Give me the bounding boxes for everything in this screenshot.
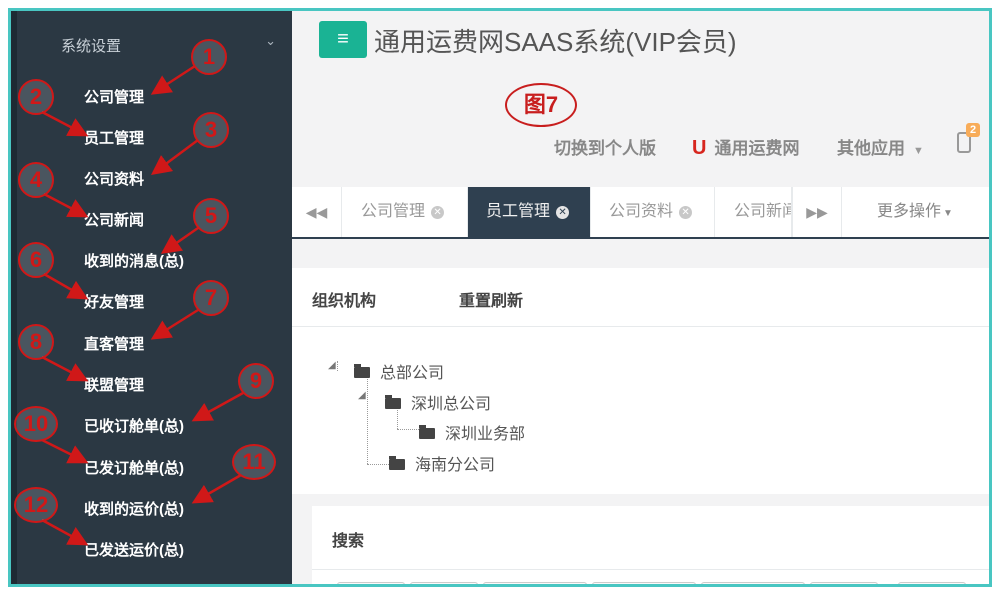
search-button[interactable] bbox=[898, 582, 966, 584]
tree-line bbox=[367, 464, 389, 465]
other-apps-dropdown[interactable]: 其他应用 ▼ bbox=[837, 134, 924, 159]
org-panel: 组织机构 重置刷新 ◢ 总部公司 ◢ 深圳总公司 深圳业务部 海南分公司 bbox=[292, 268, 989, 494]
search-field[interactable] bbox=[337, 582, 405, 584]
sidebar-section-system-settings[interactable]: 系统设置 ⌄ bbox=[61, 33, 276, 56]
tab-employee-management[interactable]: 员工管理 ✕ bbox=[468, 187, 591, 237]
annotation-marker-9: 9 bbox=[238, 363, 274, 399]
folder-icon bbox=[389, 456, 405, 470]
app-frame: 系统设置 ⌄ 公司管理 员工管理 公司资料 公司新闻 收到的消息(总) 好友管理… bbox=[8, 8, 992, 587]
tree-node-shenzhen-hq[interactable]: 深圳总公司 bbox=[385, 390, 491, 414]
sidebar-item-sent-rates[interactable]: 已发送运价(总) bbox=[84, 539, 184, 560]
tab-company-profile[interactable]: 公司资料 ✕ bbox=[591, 187, 715, 237]
search-field[interactable] bbox=[483, 582, 587, 584]
more-operations-label: 更多操作 bbox=[877, 203, 942, 220]
annotation-marker-10: 10 bbox=[14, 406, 58, 442]
close-icon[interactable]: ✕ bbox=[556, 206, 570, 219]
more-operations-dropdown[interactable]: 更多操作 ▼ bbox=[877, 187, 953, 237]
sidebar-item-company-profile[interactable]: 公司资料 bbox=[84, 168, 144, 189]
close-icon[interactable]: ✕ bbox=[431, 206, 445, 219]
tab-label: 员工管理 bbox=[486, 203, 551, 220]
main-content: 组织机构 重置刷新 ◢ 总部公司 ◢ 深圳总公司 深圳业务部 海南分公司 搜索 bbox=[292, 239, 989, 584]
org-panel-header: 组织机构 重置刷新 bbox=[292, 268, 989, 327]
chevron-down-icon: ⌄ bbox=[265, 33, 276, 48]
sidebar-item-direct-customer[interactable]: 直客管理 bbox=[84, 333, 144, 354]
annotation-marker-7: 7 bbox=[193, 280, 229, 316]
tab-company-news[interactable]: 公司新闻 bbox=[715, 187, 792, 237]
sidebar-item-company-news[interactable]: 公司新闻 bbox=[84, 209, 144, 230]
org-structure-label: 组织机构 bbox=[312, 293, 377, 310]
tree-node-headquarters[interactable]: 总部公司 bbox=[354, 359, 444, 383]
tree-toggle-icon[interactable]: ◢ bbox=[358, 390, 366, 401]
folder-open-icon bbox=[385, 395, 401, 409]
search-title: 搜索 bbox=[332, 533, 365, 550]
sidebar-item-company-management[interactable]: 公司管理 bbox=[84, 86, 144, 107]
search-field[interactable] bbox=[701, 582, 805, 584]
brand-link[interactable]: U 通用运费网 bbox=[692, 134, 799, 160]
sidebar-section-label: 系统设置 bbox=[61, 38, 122, 55]
annotation-marker-5: 5 bbox=[193, 198, 229, 234]
annotation-marker-6: 6 bbox=[18, 242, 54, 278]
sidebar-item-friend-management[interactable]: 好友管理 bbox=[84, 291, 144, 312]
tree-line bbox=[397, 429, 419, 430]
tree-toggle-icon[interactable]: ◢ bbox=[328, 360, 336, 371]
reset-refresh-button[interactable]: 重置刷新 bbox=[459, 287, 523, 311]
sidebar-item-sent-bookings[interactable]: 已发订舱单(总) bbox=[84, 457, 184, 478]
notification-badge: 2 bbox=[966, 123, 981, 137]
annotation-marker-3: 3 bbox=[193, 112, 229, 148]
sidebar-item-received-bookings[interactable]: 已收订舱单(总) bbox=[84, 415, 184, 436]
other-apps-label: 其他应用 bbox=[837, 139, 905, 158]
sidebar-item-alliance-management[interactable]: 联盟管理 bbox=[84, 374, 144, 395]
tree-node-label: 深圳业务部 bbox=[445, 426, 526, 443]
divider bbox=[312, 569, 989, 570]
figure-label: 图7 bbox=[505, 83, 577, 127]
tabs-scroll-right-icon[interactable]: ▶▶ bbox=[792, 187, 842, 237]
search-panel: 搜索 bbox=[312, 506, 989, 584]
tabs-scroll-left-icon[interactable]: ◀◀ bbox=[292, 187, 342, 237]
search-field[interactable] bbox=[810, 582, 878, 584]
brand-label: 通用运费网 bbox=[714, 139, 800, 158]
tab-label: 公司新闻 bbox=[734, 203, 792, 220]
annotation-marker-4: 4 bbox=[18, 162, 54, 198]
search-field[interactable] bbox=[410, 582, 478, 584]
tab-company-management[interactable]: 公司管理 ✕ bbox=[343, 187, 468, 237]
annotation-marker-1: 1 bbox=[191, 39, 227, 75]
switch-personal-link[interactable]: 切换到个人版 bbox=[554, 134, 656, 159]
annotation-marker-2: 2 bbox=[18, 79, 54, 115]
sidebar-item-employee-management[interactable]: 员工管理 bbox=[84, 127, 144, 148]
tree-node-label: 海南分公司 bbox=[415, 457, 496, 474]
caret-down-icon: ▼ bbox=[913, 145, 924, 157]
annotation-marker-12: 12 bbox=[14, 487, 58, 523]
sidebar-item-received-messages[interactable]: 收到的消息(总) bbox=[84, 250, 184, 271]
tab-label: 公司管理 bbox=[361, 203, 426, 220]
page-title: 通用运费网SAAS系统(VIP会员) bbox=[374, 27, 737, 57]
close-icon[interactable]: ✕ bbox=[679, 206, 693, 219]
tree-node-label: 深圳总公司 bbox=[411, 396, 492, 413]
folder-open-icon bbox=[354, 364, 370, 378]
annotation-marker-8: 8 bbox=[18, 324, 54, 360]
folder-icon bbox=[419, 425, 435, 439]
menu-toggle-button[interactable]: ≡ bbox=[319, 21, 367, 58]
sidebar-item-received-rates[interactable]: 收到的运价(总) bbox=[84, 498, 184, 519]
tab-bar: ◀◀ 公司管理 ✕ 员工管理 ✕ 公司资料 ✕ 公司新闻 ▶▶ 更多操作 ▼ bbox=[292, 187, 989, 239]
top-header: ≡ 通用运费网SAAS系统(VIP会员) 切换到个人版 U 通用运费网 其他应用 ▼… bbox=[292, 11, 989, 187]
tab-label: 公司资料 bbox=[609, 203, 674, 220]
caret-down-icon: ▼ bbox=[943, 208, 953, 219]
tree-line bbox=[337, 361, 338, 371]
brand-logo-icon: U bbox=[692, 137, 707, 159]
tree-node-shenzhen-business[interactable]: 深圳业务部 bbox=[419, 420, 525, 444]
search-field[interactable] bbox=[592, 582, 696, 584]
tree-node-hainan-branch[interactable]: 海南分公司 bbox=[389, 451, 495, 475]
annotation-marker-11: 11 bbox=[232, 444, 276, 480]
tree-node-label: 总部公司 bbox=[380, 365, 445, 382]
